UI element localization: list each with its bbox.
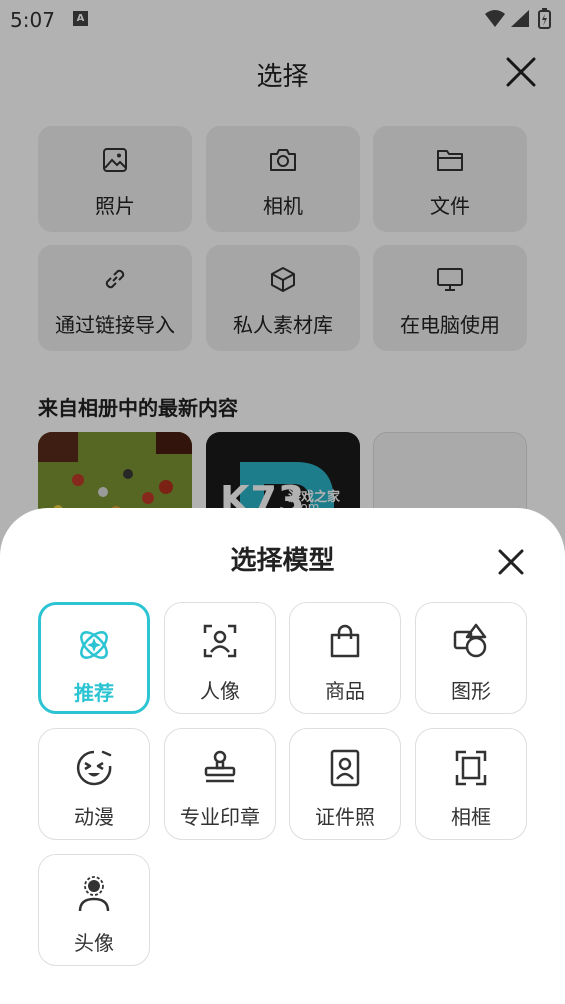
model-label: 动漫 (74, 805, 114, 829)
model-label: 图形 (451, 679, 491, 703)
id-photo-icon (290, 749, 400, 787)
sheet-close-button[interactable] (493, 544, 529, 580)
sheet-title: 选择模型 (230, 546, 335, 576)
stamp-icon (165, 749, 275, 785)
model-avatar[interactable]: 头像 (38, 854, 150, 966)
model-product[interactable]: 商品 (289, 602, 401, 714)
model-recommended[interactable]: 推荐 (38, 602, 150, 714)
model-label: 头像 (74, 931, 114, 955)
model-photo-frame[interactable]: 相框 (415, 728, 527, 840)
portrait-frame-icon (165, 623, 275, 659)
frame-icon (416, 749, 526, 787)
model-portrait[interactable]: 人像 (164, 602, 276, 714)
model-pro-stamp[interactable]: 专业印章 (164, 728, 276, 840)
shapes-icon (416, 623, 526, 659)
model-graphics[interactable]: 图形 (415, 602, 527, 714)
model-label: 商品 (325, 679, 365, 703)
close-icon (498, 549, 524, 575)
model-id-photo[interactable]: 证件照 (289, 728, 401, 840)
model-label: 证件照 (315, 805, 375, 829)
model-label: 专业印章 (180, 805, 260, 829)
model-select-sheet: 选择模型 推荐 人像 商品 图形 动漫 专业印章 证件照 相框 头像 (0, 508, 565, 1004)
model-label: 推荐 (74, 681, 114, 705)
avatar-icon (39, 875, 149, 913)
model-label: 相框 (451, 805, 491, 829)
shopping-bag-icon (290, 623, 400, 659)
model-anime[interactable]: 动漫 (38, 728, 150, 840)
anime-face-icon (39, 749, 149, 787)
model-label: 人像 (200, 679, 240, 703)
atom-sparkle-icon (41, 625, 147, 665)
